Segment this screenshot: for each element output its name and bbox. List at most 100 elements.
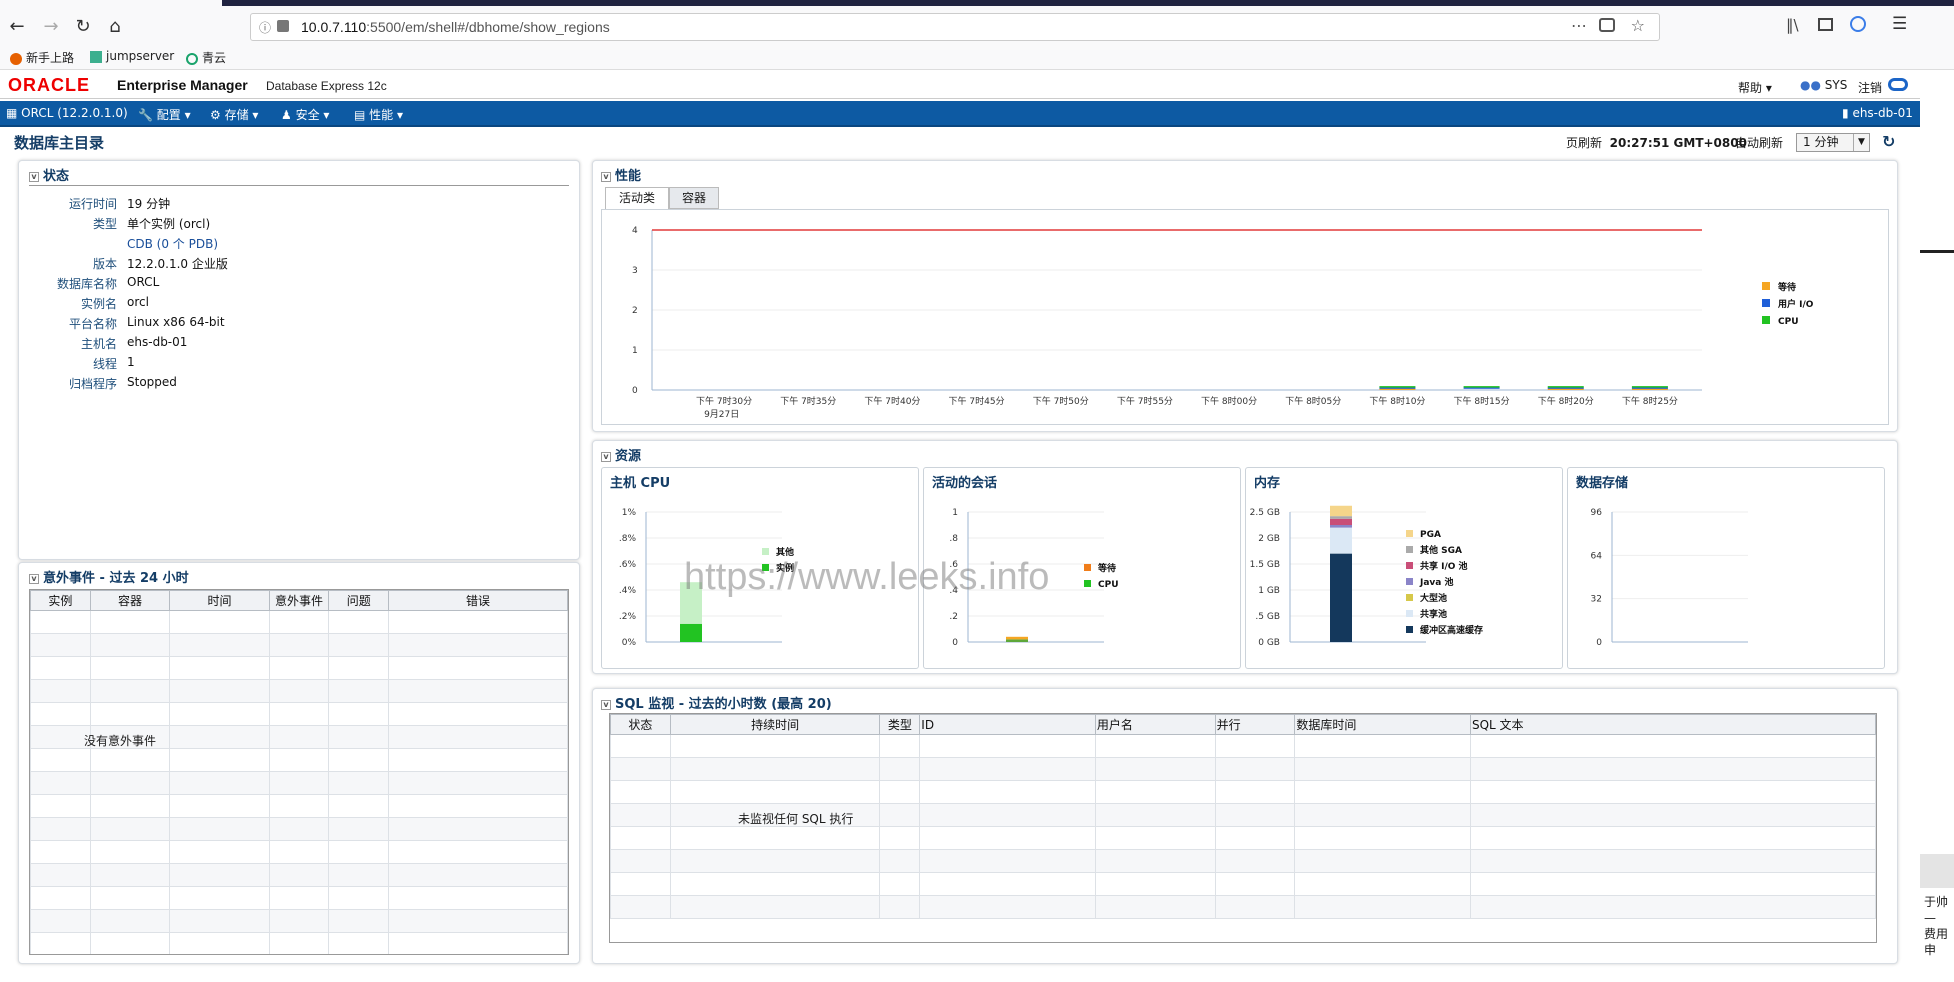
refresh-icon[interactable]: ↻ [1882, 132, 1895, 151]
url-text[interactable]: 10.0.7.110:5500/em/shell#/dbhome/show_re… [301, 19, 610, 35]
column-header[interactable]: 状态 [610, 714, 671, 735]
info-icon[interactable]: ⓘ [259, 19, 271, 36]
collapse-icon[interactable]: v [601, 451, 611, 462]
collapse-icon[interactable]: v [29, 573, 39, 584]
y-tick-label: .6% [619, 560, 637, 570]
url-bar[interactable]: ⓘ 10.0.7.110:5500/em/shell#/dbhome/show_… [250, 13, 1660, 41]
menu-storage[interactable]: ⚙ 存储 ▾ [210, 106, 258, 123]
legend-label: 共享池 [1420, 608, 1447, 620]
y-tick-label: 64 [1591, 551, 1603, 561]
table-cell [30, 817, 91, 841]
auto-refresh-select[interactable]: 1 分钟 ▼ [1796, 133, 1870, 152]
bookmark-item[interactable]: 新手上路 [10, 49, 74, 66]
collapse-icon[interactable]: v [601, 171, 611, 182]
user-menu[interactable]: ●● SYS [1800, 78, 1847, 92]
status-value: ORCL [127, 275, 160, 289]
column-header[interactable]: ID [919, 714, 1096, 735]
column-header[interactable]: 并行 [1214, 714, 1296, 735]
reload-icon[interactable]: ↻ [70, 14, 96, 40]
column-header[interactable]: 数据库时间 [1294, 714, 1471, 735]
table-cell [1469, 826, 1876, 850]
home-icon[interactable]: ⌂ [102, 14, 128, 40]
status-label: 运行时间 [68, 197, 117, 211]
help-menu[interactable]: 帮助 ▾ [1738, 79, 1772, 96]
activity-bar [1631, 386, 1668, 388]
column-header[interactable]: 持续时间 [669, 714, 881, 735]
table-cell [89, 932, 171, 954]
table-cell [1214, 757, 1296, 781]
legend-swatch [1084, 564, 1091, 571]
y-tick-label: 96 [1591, 508, 1603, 518]
star-icon[interactable]: ☆ [1631, 16, 1645, 35]
tab-activity-class[interactable]: 活动类 [605, 187, 669, 209]
column-header[interactable]: 类型 [879, 714, 921, 735]
instance-selector[interactable]: ▦ ORCL (12.2.0.1.0) [6, 106, 128, 120]
column-header[interactable]: 实例 [30, 590, 91, 611]
collapse-icon[interactable]: v [29, 171, 39, 182]
bookmark-item[interactable]: jumpserver [90, 49, 174, 63]
database-icon: ▦ [6, 106, 18, 120]
status-value[interactable]: CDB (0 个 PDB) [127, 235, 218, 252]
menu-security[interactable]: ♟ 安全 ▾ [281, 106, 329, 123]
incidents-header[interactable]: v 意外事件 - 过去 24 小时 [29, 567, 189, 586]
table-cell [1469, 803, 1876, 827]
table-cell [268, 725, 330, 749]
column-header[interactable]: 容器 [89, 590, 171, 611]
back-icon[interactable]: ← [4, 14, 30, 40]
tab-container[interactable]: 容器 [669, 187, 719, 209]
pocket-icon[interactable] [1599, 18, 1615, 32]
column-header[interactable]: SQL 文本 [1469, 714, 1876, 735]
status-value: orcl [127, 295, 149, 309]
y-tick-label: .8% [619, 534, 637, 544]
table-cell [328, 748, 390, 772]
performance-header[interactable]: v 性能 [601, 165, 641, 184]
table-cell [169, 725, 270, 749]
forward-icon[interactable]: → [38, 14, 64, 40]
account-icon[interactable] [1850, 16, 1866, 32]
y-tick-label: 4 [632, 226, 638, 236]
side-widget[interactable] [1920, 854, 1954, 888]
column-header[interactable]: 问题 [328, 590, 390, 611]
menu-config[interactable]: 🔧 配置 ▾ [138, 106, 191, 123]
table-cell [1094, 803, 1216, 827]
page-icon [277, 20, 289, 32]
more-icon[interactable]: ⋯ [1571, 16, 1587, 35]
table-row [30, 702, 568, 726]
table-cell [610, 826, 671, 850]
table-row [610, 849, 1876, 873]
table-cell [1294, 780, 1471, 804]
table-cell [1294, 803, 1471, 827]
table-cell [328, 610, 390, 634]
table-cell [89, 656, 171, 680]
table-cell [169, 656, 270, 680]
table-row [610, 872, 1876, 896]
user-icon: ●● [1800, 78, 1821, 92]
sidebar-icon[interactable] [1818, 18, 1833, 31]
column-header[interactable]: 错误 [388, 590, 568, 611]
legend-swatch [1406, 562, 1413, 569]
menu-performance[interactable]: ▤ 性能 ▾ [354, 106, 403, 123]
legend-swatch [1406, 578, 1413, 585]
table-cell [328, 794, 390, 818]
table-cell [388, 656, 568, 680]
column-header[interactable]: 用户名 [1094, 714, 1216, 735]
table-cell [610, 757, 671, 781]
table-cell [879, 757, 921, 781]
column-header[interactable]: 意外事件 [268, 590, 330, 611]
status-header[interactable]: v 状态 [29, 165, 69, 184]
column-header[interactable]: 时间 [169, 590, 270, 611]
status-panel: v 状态 运行时间 19 分钟 类型 单个实例 (orcl) CDB (0 个 PDB) 版… [18, 160, 580, 560]
logout-link[interactable]: 注销 [1858, 79, 1882, 96]
resources-header[interactable]: v 资源 [601, 445, 641, 464]
table-cell [1469, 780, 1876, 804]
sql-monitor-header[interactable]: v SQL 监视 - 过去的小时数 (最高 20) [601, 693, 832, 712]
menu-icon[interactable]: ☰ [1892, 14, 1907, 34]
bookmark-item[interactable]: 青云 [186, 49, 226, 66]
data-bar [1330, 527, 1352, 554]
status-value: Stopped [127, 375, 177, 389]
collapse-icon[interactable]: v [601, 699, 611, 710]
table-cell [879, 803, 921, 827]
table-cell [1294, 826, 1471, 850]
library-icon[interactable]: ‖\ [1786, 16, 1799, 34]
table-cell [30, 725, 91, 749]
